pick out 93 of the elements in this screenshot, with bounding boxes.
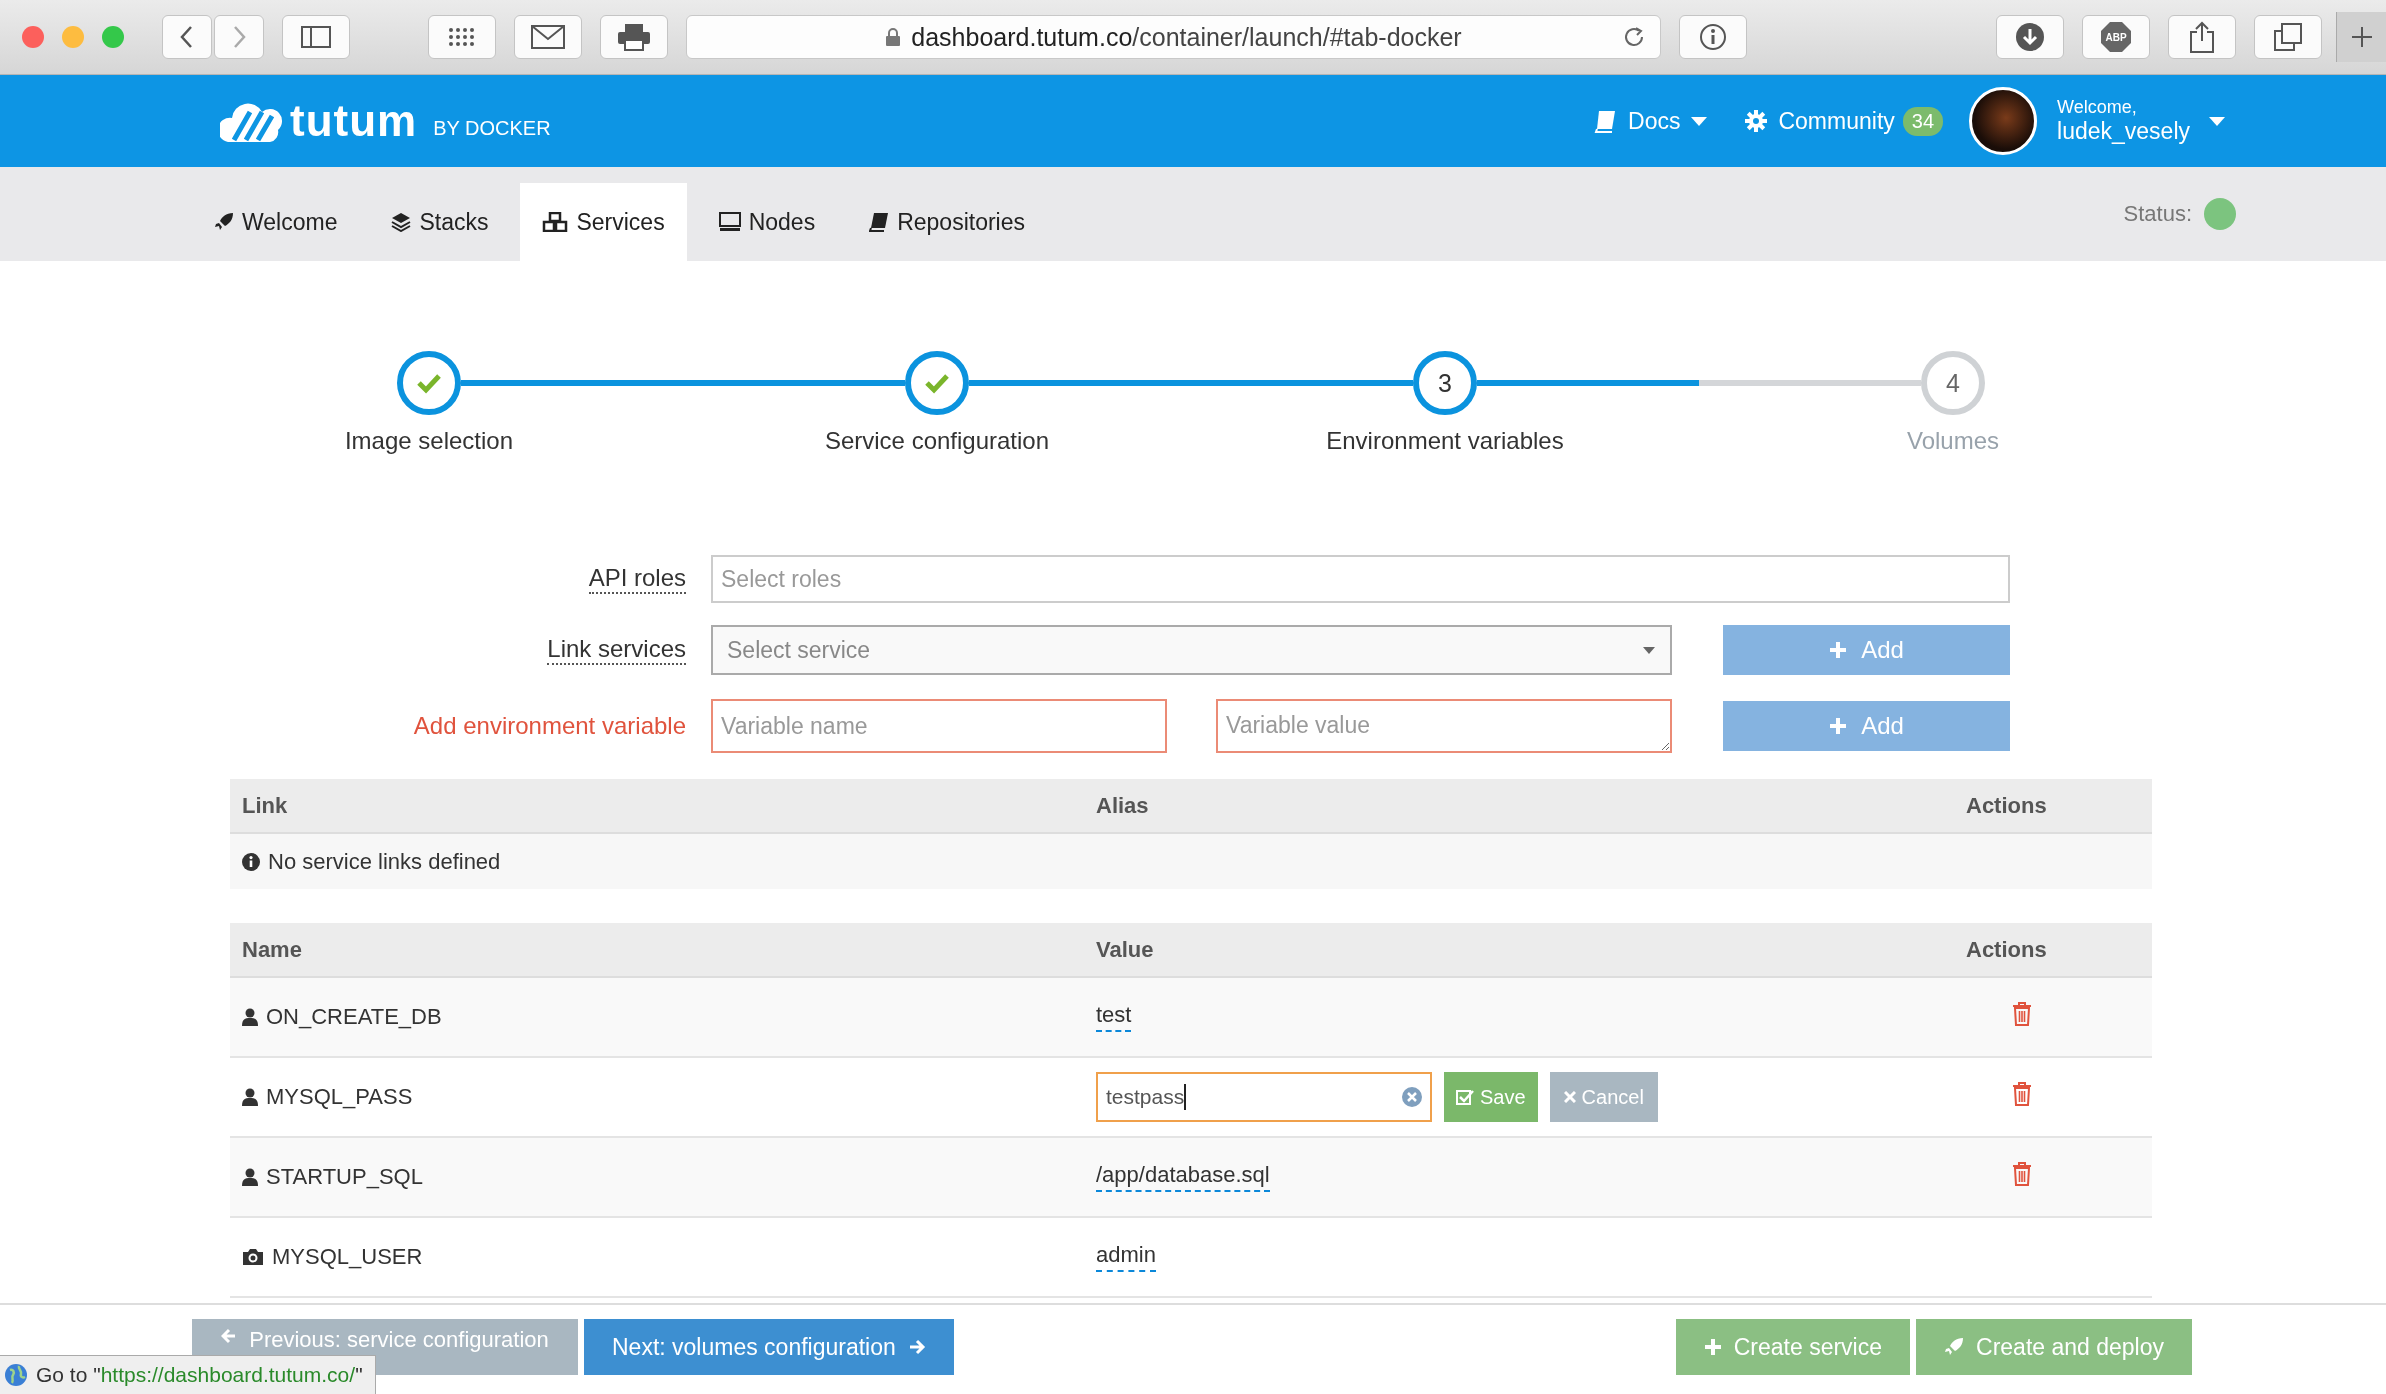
variable-name: MYSQL_USER [272,1244,423,1270]
clear-icon[interactable] [1402,1087,1422,1107]
camera-icon [242,1248,264,1266]
column-header: Actions [1966,936,2048,963]
tabs-overview-icon[interactable] [2254,15,2322,59]
check-icon [924,372,950,394]
editable-value[interactable]: test [1096,1002,1132,1032]
cubes-icon [542,212,569,232]
rocket-icon [214,212,234,232]
arrow-left-icon [221,1327,238,1345]
step-label: Volumes [1906,427,2000,455]
status-dot [2204,198,2236,230]
empty-message: No service links defined [268,848,501,875]
trash-icon[interactable] [2012,1002,2032,1026]
community-count-badge: 34 [1902,106,1944,136]
info-icon [242,852,260,871]
nav-tab[interactable]: Stacks [369,183,511,261]
column-header: Actions [1966,792,2048,819]
check-icon [416,372,442,394]
create-and-deploy-button[interactable]: Create and deploy [1916,1319,2192,1375]
step-circle: 4 [1921,351,1985,415]
trash-icon[interactable] [2012,1082,2032,1106]
print-icon[interactable] [600,15,668,59]
user-icon [242,1168,258,1186]
reload-icon[interactable] [1622,25,1646,49]
new-tab-button[interactable] [2336,12,2386,62]
add-link-button[interactable]: Add [1723,625,2010,675]
variable-value-field[interactable]: Variable value [1216,699,1672,753]
welcome-text: Welcome, [2057,97,2138,118]
logo-tagline: BY DOCKER [433,116,551,140]
variable-name: MYSQL_PASS [266,1084,413,1110]
logo-wordmark: tutum [290,96,418,146]
user-icon [242,1088,258,1106]
caret-icon [1690,115,1709,127]
variable-name-field[interactable]: Variable name [711,699,1167,753]
value-edit-field[interactable]: testpass [1096,1072,1432,1122]
rocket-icon [1944,1337,1965,1357]
nav-tab[interactable]: Repositories [847,183,1047,261]
nav-tab[interactable]: Services [520,183,687,261]
create-service-button[interactable]: Create service [1675,1319,1911,1375]
service-dropdown[interactable]: Select service [711,625,1672,675]
lock-icon [885,27,902,47]
globe-icon [4,1363,28,1387]
user-icon [242,1008,258,1026]
mail-icon[interactable] [514,15,582,59]
column-header: Link [241,792,289,819]
editable-value[interactable]: /app/database.sql [1096,1162,1270,1192]
adblock-icon[interactable]: ABP [2082,15,2150,59]
caret-icon[interactable] [2208,115,2226,127]
x-icon [1563,1091,1576,1103]
column-header: Name [241,936,303,963]
arrow-right-icon [907,1338,926,1356]
env-variable-label: Add environment variable [413,712,686,740]
check-square-icon [1456,1089,1474,1105]
trash-icon[interactable] [2012,1162,2032,1186]
share-icon[interactable] [2168,15,2236,59]
cancel-button[interactable]: Cancel [1549,1072,1658,1122]
book-icon [869,212,890,232]
variable-name: ON_CREATE_DB [266,1004,442,1030]
gear-icon [1744,109,1769,133]
plus-icon [1703,1338,1722,1356]
add-variable-button[interactable]: Add [1723,701,2010,751]
layers-icon [391,212,412,232]
nav-tab[interactable]: Welcome [192,183,360,261]
username-menu[interactable]: ludek_vesely [2057,118,2190,145]
docs-menu[interactable]: Docs [1594,107,1709,135]
plus-icon [2349,25,2374,49]
roles-field[interactable]: Select roles [711,555,2010,603]
back-button[interactable] [162,15,212,59]
plus-icon [1829,641,1848,659]
info-icon[interactable] [1679,15,1747,59]
caret-icon [1642,645,1656,655]
community-link[interactable]: Community [1744,107,1895,135]
variable-name: STARTUP_SQL [266,1164,423,1190]
monitor-icon [718,212,741,232]
nav-tab[interactable]: Nodes [696,183,838,261]
download-icon[interactable] [1996,15,2064,59]
address-bar[interactable]: dashboard.tutum.co/container/launch/#tab-docker [686,15,1661,59]
api-roles-label: API roles [588,564,686,594]
step-label: Image selection [344,427,514,455]
sidebar-toggle-icon[interactable] [282,15,350,59]
next-step-button[interactable]: Next: volumes configuration [584,1319,954,1375]
step-label: Environment variables [1326,427,1564,455]
grid-icon[interactable] [428,15,496,59]
step-label: Service configuration [824,427,1050,455]
plus-icon [1829,717,1848,735]
column-header: Alias [1096,792,1150,819]
column-header: Value [1096,936,1155,963]
status-label: Status: [2123,201,2192,227]
editable-value[interactable]: admin [1096,1242,1156,1272]
link-services-label: Link services [547,635,686,665]
step-circle: 3 [1413,351,1477,415]
save-button[interactable]: Save [1444,1072,1538,1122]
